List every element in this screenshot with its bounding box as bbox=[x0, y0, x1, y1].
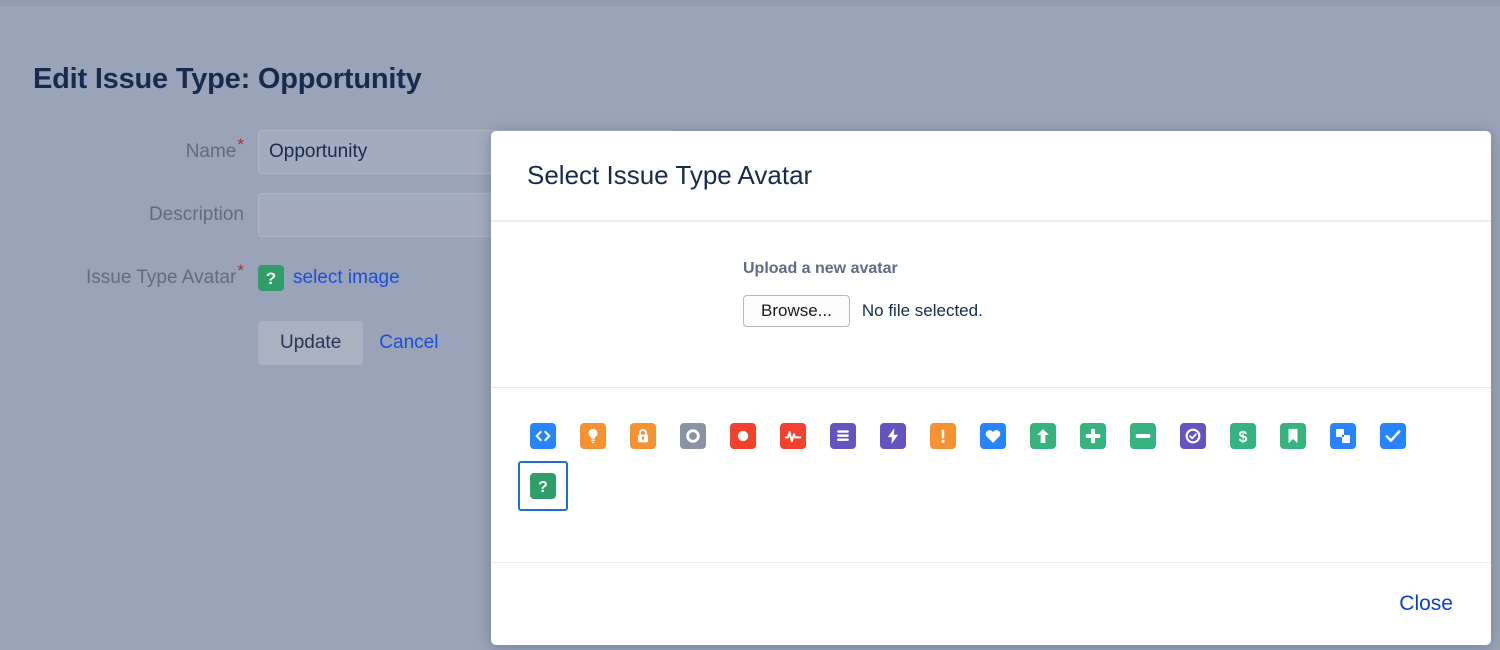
avatar-option-code[interactable] bbox=[518, 411, 568, 461]
close-button[interactable]: Close bbox=[1399, 592, 1453, 616]
select-image-link[interactable]: select image bbox=[293, 267, 400, 289]
exclamation-icon bbox=[930, 423, 956, 449]
check-circle-icon bbox=[1180, 423, 1206, 449]
avatar-option-ring[interactable] bbox=[668, 411, 718, 461]
modal-title: Select Issue Type Avatar bbox=[527, 160, 813, 190]
layers-icon bbox=[1330, 423, 1356, 449]
svg-text:?: ? bbox=[538, 479, 548, 496]
cancel-link[interactable]: Cancel bbox=[369, 332, 448, 354]
dollar-icon: $ bbox=[1230, 423, 1256, 449]
file-upload-control: Browse... No file selected. bbox=[743, 295, 1491, 327]
lock-icon bbox=[630, 423, 656, 449]
name-label: Name* bbox=[0, 130, 258, 174]
avatar-option-plus[interactable] bbox=[1068, 411, 1118, 461]
lightbulb-icon bbox=[580, 423, 606, 449]
avatar-option-question-mark[interactable]: ? bbox=[518, 461, 568, 511]
avatar-option-bookmark[interactable] bbox=[1268, 411, 1318, 461]
arrow-up-icon bbox=[1030, 423, 1056, 449]
avatar-row: ? bbox=[518, 461, 1491, 511]
minus-icon bbox=[1130, 423, 1156, 449]
avatar-option-layers[interactable] bbox=[1318, 411, 1368, 461]
avatar-grid: $ ? bbox=[491, 388, 1491, 563]
avatar-option-pulse[interactable] bbox=[768, 411, 818, 461]
bookmark-icon bbox=[1280, 423, 1306, 449]
top-edge-strip bbox=[0, 0, 1500, 6]
avatar-option-arrow-up[interactable] bbox=[1018, 411, 1068, 461]
avatar-row: $ bbox=[518, 411, 1491, 461]
page-title: Edit Issue Type: Opportunity bbox=[33, 63, 422, 96]
description-label: Description bbox=[148, 204, 244, 225]
current-avatar-icon: ? bbox=[258, 265, 284, 291]
modal-header: Select Issue Type Avatar bbox=[491, 131, 1491, 222]
code-icon bbox=[530, 423, 556, 449]
svg-text:$: $ bbox=[1239, 429, 1248, 446]
plus-icon bbox=[1080, 423, 1106, 449]
avatar-option-heart[interactable] bbox=[968, 411, 1018, 461]
browse-button[interactable]: Browse... bbox=[743, 295, 850, 327]
pulse-icon bbox=[780, 423, 806, 449]
avatar-option-circle[interactable] bbox=[718, 411, 768, 461]
upload-section: Upload a new avatar Browse... No file se… bbox=[491, 222, 1491, 388]
update-button[interactable]: Update bbox=[258, 321, 364, 365]
avatar-option-lock[interactable] bbox=[618, 411, 668, 461]
document-icon bbox=[830, 423, 856, 449]
avatar-label: Issue Type Avatar* bbox=[0, 256, 258, 300]
avatar-option-checkmark[interactable] bbox=[1368, 411, 1418, 461]
avatar-option-dollar[interactable]: $ bbox=[1218, 411, 1268, 461]
required-marker: * bbox=[237, 134, 244, 154]
upload-heading: Upload a new avatar bbox=[743, 260, 898, 277]
modal-footer: Close bbox=[491, 563, 1491, 645]
required-marker: * bbox=[237, 260, 244, 280]
avatar-option-minus[interactable] bbox=[1118, 411, 1168, 461]
file-status-text: No file selected. bbox=[861, 301, 983, 320]
avatar-option-exclamation[interactable] bbox=[918, 411, 968, 461]
checkmark-icon bbox=[1380, 423, 1406, 449]
select-issue-type-avatar-dialog: Select Issue Type Avatar Upload a new av… bbox=[491, 131, 1491, 645]
question-mark-icon: ? bbox=[530, 473, 556, 499]
avatar-option-check-circle[interactable] bbox=[1168, 411, 1218, 461]
avatar-option-bolt[interactable] bbox=[868, 411, 918, 461]
circle-icon bbox=[730, 423, 756, 449]
avatar-option-lightbulb[interactable] bbox=[568, 411, 618, 461]
avatar-label-text: Issue Type Avatar bbox=[86, 267, 237, 288]
bolt-icon bbox=[880, 423, 906, 449]
heart-icon bbox=[980, 423, 1006, 449]
name-label-text: Name bbox=[185, 141, 237, 162]
ring-icon bbox=[680, 423, 706, 449]
avatar-option-document[interactable] bbox=[818, 411, 868, 461]
